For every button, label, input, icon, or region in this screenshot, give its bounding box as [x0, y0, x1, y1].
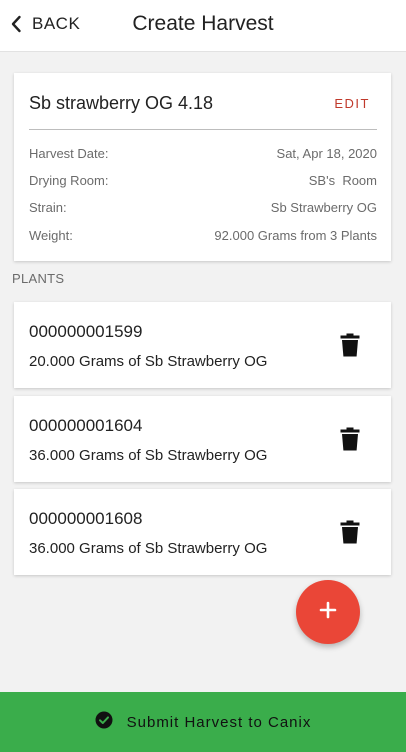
- plant-description: 36.000 Grams of Sb Strawberry OG: [29, 540, 268, 557]
- plant-id: 000000001599: [29, 322, 143, 341]
- plants-section-label: PLANTS: [12, 271, 65, 286]
- page-title: Create Harvest: [0, 12, 406, 36]
- app-header: BACK Create Harvest: [0, 0, 406, 52]
- harvest-name: Sb strawberry OG 4.18: [29, 93, 214, 113]
- plus-icon: [319, 601, 337, 624]
- detail-row-harvest-date: Harvest Date: Sat, Apr 18, 2020: [29, 143, 377, 163]
- detail-value: Sat, Apr 18, 2020: [276, 145, 377, 161]
- detail-label: Drying Room:: [29, 172, 109, 188]
- submit-harvest-button[interactable]: Submit Harvest to Canix: [0, 692, 406, 752]
- plant-description: 20.000 Grams of Sb Strawberry OG: [29, 353, 268, 370]
- plant-list-item[interactable]: 000000001604 36.000 Grams of Sb Strawber…: [14, 396, 391, 482]
- detail-value: 92.000 Grams from 3 Plants: [214, 227, 377, 243]
- plant-list-item[interactable]: 000000001608 36.000 Grams of Sb Strawber…: [14, 489, 391, 575]
- plant-list-item[interactable]: 000000001599 20.000 Grams of Sb Strawber…: [14, 302, 391, 388]
- check-circle-icon: [95, 711, 113, 734]
- detail-value: SB's Room: [308, 172, 377, 188]
- detail-label: Harvest Date:: [29, 145, 109, 161]
- plant-id: 000000001604: [29, 416, 143, 435]
- divider: [29, 129, 377, 130]
- page-title-text: Create Harvest: [132, 12, 274, 35]
- detail-label: Weight:: [29, 227, 73, 243]
- add-plant-button[interactable]: [296, 580, 360, 644]
- plant-id: 000000001608: [29, 509, 143, 528]
- edit-button[interactable]: EDIT: [334, 96, 370, 111]
- harvest-summary-card: Sb strawberry OG 4.18 EDIT Harvest Date:…: [14, 73, 391, 261]
- detail-row-strain: Strain: Sb Strawberry OG: [29, 197, 377, 217]
- submit-harvest-label: Submit Harvest to Canix: [126, 713, 312, 731]
- detail-value: Sb Strawberry OG: [270, 199, 377, 215]
- detail-row-weight: Weight: 92.000 Grams from 3 Plants: [29, 225, 377, 245]
- trash-icon[interactable]: [339, 332, 361, 358]
- trash-icon[interactable]: [339, 519, 361, 545]
- trash-icon[interactable]: [339, 426, 361, 452]
- plant-description: 36.000 Grams of Sb Strawberry OG: [29, 447, 268, 464]
- detail-row-drying-room: Drying Room: SB's Room: [29, 170, 377, 190]
- detail-label: Strain:: [29, 199, 67, 215]
